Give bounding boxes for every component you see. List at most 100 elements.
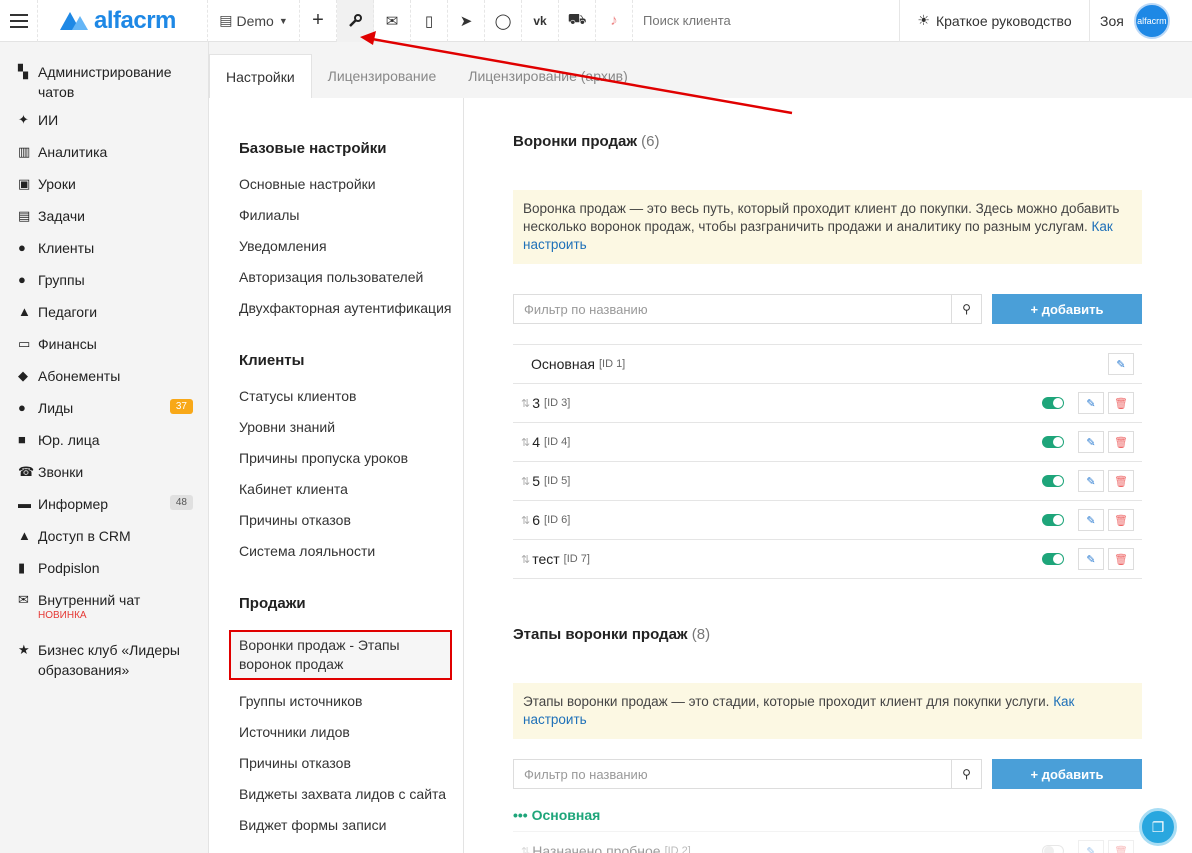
sidebar-item[interactable]: ● Группы — [0, 270, 208, 302]
sidebar-item[interactable]: ▣ Уроки — [0, 174, 208, 206]
row-actions: ✎ 🗑 — [1042, 470, 1134, 492]
settings-nav-link[interactable]: Виджет формы записи — [239, 816, 463, 835]
pencil-icon[interactable]: ✎ — [1078, 509, 1104, 531]
chat-widget-icon[interactable]: ❐ — [1139, 808, 1177, 846]
settings-nav-link[interactable]: Причины отказов — [239, 754, 463, 773]
add-funnel-button[interactable]: + добавить — [992, 294, 1142, 324]
funnels-filter-input[interactable]: Фильтр по названию — [513, 294, 952, 324]
settings-nav-link[interactable]: Двухфакторная аутентификация — [239, 299, 463, 318]
trash-icon[interactable]: 🗑 — [1108, 431, 1134, 453]
search-icon[interactable]: ⚲ — [952, 759, 982, 789]
sidebar: ▚ Администрирование чатов ✦ ИИ ▥ Аналитика ▣ Ур… — [0, 42, 209, 853]
sidebar-item[interactable]: ▲ Доступ в CRM — [0, 526, 208, 558]
user-name: Зоя — [1100, 12, 1124, 29]
row-actions: ✎ 🗑 — [1042, 548, 1134, 570]
whatsapp-icon[interactable]: ◯ — [485, 0, 522, 42]
search-icon[interactable]: ⚲ — [952, 294, 982, 324]
tab-licensing[interactable]: Лицензирование — [312, 54, 453, 98]
bell-icon[interactable]: ♪ — [596, 0, 633, 42]
sidebar-item[interactable]: ▚ Администрирование чатов — [0, 62, 208, 110]
settings-nav-link[interactable]: Уровни знаний — [239, 418, 463, 437]
sidebar-item[interactable]: ★ Бизнес клуб «Лидеры образования» — [0, 640, 208, 680]
calendar-icon: ▣ — [18, 176, 31, 191]
sidebar-item[interactable]: ▲ Педагоги — [0, 302, 208, 334]
active-toggle[interactable] — [1042, 553, 1064, 565]
wrench-icon[interactable] — [337, 0, 374, 42]
sidebar-item[interactable]: ✉ Внутренний чат НОВИНКА — [0, 590, 208, 640]
drag-handle-icon[interactable]: ⇅ — [521, 553, 530, 566]
settings-nav-link[interactable]: Авторизация пользователей — [239, 268, 463, 287]
pencil-icon[interactable]: ✎ — [1078, 392, 1104, 414]
pencil-icon[interactable]: ✎ — [1078, 431, 1104, 453]
plus-icon[interactable]: + — [300, 0, 337, 42]
settings-nav-link[interactable]: Виджеты захвата лидов с сайта — [239, 785, 463, 804]
active-toggle[interactable] — [1042, 514, 1064, 526]
settings-section-title: Базовые настройки — [239, 140, 387, 157]
demo-dropdown[interactable]: ▤ Demo ▼ — [208, 0, 300, 42]
sidebar-item[interactable]: ▤ Задачи — [0, 206, 208, 238]
trash-icon[interactable]: 🗑 — [1108, 392, 1134, 414]
sidebar-item[interactable]: ● Клиенты — [0, 238, 208, 270]
trash-icon[interactable]: 🗑 — [1108, 470, 1134, 492]
settings-nav-link[interactable]: Группы источников — [239, 692, 463, 711]
settings-nav-link[interactable]: Основные настройки — [239, 175, 463, 194]
trash-icon[interactable]: 🗑 — [1108, 548, 1134, 570]
pencil-icon[interactable]: ✎ — [1078, 840, 1104, 853]
trash-icon[interactable]: 🗑 — [1108, 509, 1134, 531]
sidebar-item[interactable]: ☎ Звонки — [0, 462, 208, 494]
sidebar-item[interactable]: ● Лиды 37 — [0, 398, 208, 430]
sidebar-item[interactable]: ◆ Абонементы — [0, 366, 208, 398]
sidebar-item[interactable]: ■ Юр. лица — [0, 430, 208, 462]
client-search-input[interactable] — [643, 13, 883, 28]
sidebar-item[interactable]: ✦ ИИ — [0, 110, 208, 142]
mobile-icon[interactable]: ▯ — [411, 0, 448, 42]
settings-nav-link[interactable]: Воронки продаж - Этапы воронок продаж — [229, 630, 452, 680]
drag-handle-icon[interactable]: ⇅ — [521, 397, 530, 410]
guide-button[interactable]: ☀ Краткое руководство — [900, 0, 1090, 42]
table-row: ⇅ 5 [ID 5] ✎ 🗑 — [513, 462, 1142, 501]
menu-icon[interactable] — [0, 0, 38, 42]
settings-nav-link[interactable]: Статусы клиентов — [239, 387, 463, 406]
active-toggle[interactable] — [1042, 845, 1064, 853]
active-toggle[interactable] — [1042, 436, 1064, 448]
drag-handle-icon[interactable]: ⇅ — [521, 514, 530, 527]
document-icon: ▤ — [219, 12, 233, 28]
row-id: [ID 7] — [563, 553, 590, 565]
pencil-icon[interactable]: ✎ — [1108, 353, 1134, 375]
mail-icon[interactable]: ✉ — [374, 0, 411, 42]
drag-handle-icon[interactable]: ⇅ — [521, 436, 530, 449]
sidebar-item[interactable]: ▥ Аналитика — [0, 142, 208, 174]
settings-nav-link[interactable]: Кабинет клиента — [239, 480, 463, 499]
tab-settings[interactable]: Настройки — [209, 54, 312, 98]
sidebar-item[interactable]: ▬ Информер 48 — [0, 494, 208, 526]
user-menu[interactable]: Зоя alfacrm — [1090, 0, 1192, 42]
settings-nav-link[interactable]: Причины пропуска уроков — [239, 449, 463, 468]
sidebar-item[interactable]: ▭ Финансы — [0, 334, 208, 366]
settings-nav-link[interactable]: Система лояльности — [239, 542, 463, 561]
stages-filter-input[interactable]: Фильтр по названию — [513, 759, 952, 789]
cart-icon[interactable]: ⛟ — [559, 0, 596, 42]
settings-nav-link[interactable]: Филиалы — [239, 206, 463, 225]
add-stage-button[interactable]: + добавить — [992, 759, 1142, 789]
settings-nav-link[interactable]: Уведомления — [239, 237, 463, 256]
drag-handle-icon[interactable]: ⇅ — [521, 845, 530, 853]
sidebar-item[interactable]: ▮ Podpislon — [0, 558, 208, 590]
stage-group-title[interactable]: ••• Основная — [513, 807, 1192, 823]
row-id: [ID 6] — [544, 514, 571, 526]
settings-tabs: Настройки Лицензирование Лицензирование … — [209, 42, 1192, 98]
settings-nav-link[interactable]: Источники лидов — [239, 723, 463, 742]
pencil-icon[interactable]: ✎ — [1078, 548, 1104, 570]
logo[interactable]: alfacrm — [38, 0, 208, 42]
drag-handle-icon[interactable]: ⇅ — [521, 475, 530, 488]
active-toggle[interactable] — [1042, 397, 1064, 409]
tab-licensing-archive[interactable]: Лицензирование (архив) — [452, 54, 644, 98]
client-search[interactable] — [633, 0, 900, 42]
settings-nav-link[interactable]: Причины отказов — [239, 511, 463, 530]
trash-icon[interactable]: 🗑 — [1108, 840, 1134, 853]
group-icon: ● — [18, 272, 26, 287]
vk-icon[interactable]: vk — [522, 0, 559, 42]
pencil-icon[interactable]: ✎ — [1078, 470, 1104, 492]
sidebar-item-label: Юр. лица — [38, 432, 100, 448]
active-toggle[interactable] — [1042, 475, 1064, 487]
telegram-icon[interactable]: ➤ — [448, 0, 485, 42]
